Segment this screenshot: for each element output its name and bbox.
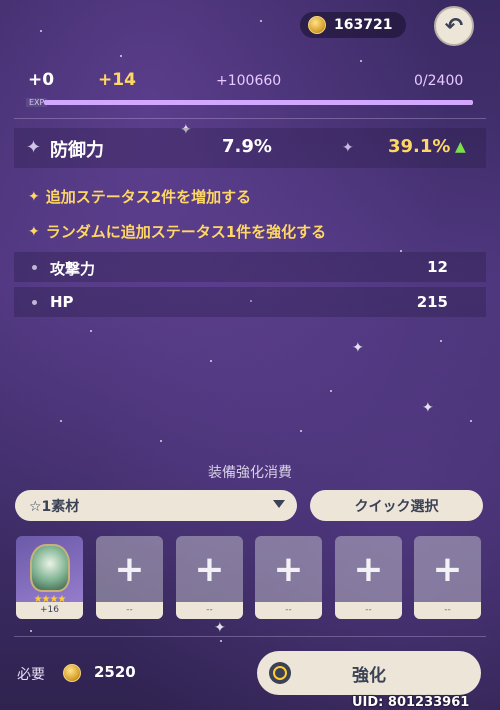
plus-icon: +	[432, 548, 463, 590]
divider	[14, 636, 486, 637]
divider	[14, 118, 486, 119]
main-stat-diamond-icon: ✦	[26, 137, 42, 158]
sub-stat-value: 12	[427, 258, 448, 276]
currency-display: 163721	[300, 12, 406, 38]
material-slot-empty[interactable]: + --	[255, 536, 322, 619]
bonus-line: ✦ ランダムに追加ステータス1件を強化する	[28, 221, 326, 242]
filter-label: ☆1素材	[29, 498, 80, 515]
enhance-button[interactable]: 強化	[257, 651, 481, 695]
mora-coin-icon	[308, 16, 326, 34]
main-stat-name: 防御力	[50, 140, 104, 161]
enhance-label: 強化	[352, 665, 386, 686]
exp-bar-fill	[44, 100, 473, 105]
exp-bar	[44, 100, 473, 105]
sub-stat-name: HP	[50, 293, 74, 311]
artifact-thumbnail-icon	[30, 544, 70, 592]
material-slot-empty[interactable]: + --	[176, 536, 243, 619]
arrow-icon: ✦	[342, 140, 354, 156]
exp-gain: +100660	[216, 73, 282, 89]
material-slot-filled[interactable]: ★★★★ +16	[16, 536, 83, 619]
exp-progress: 0/2400	[414, 73, 464, 89]
required-cost: 2520	[94, 663, 136, 681]
material-section-title: 装備強化消費	[208, 465, 292, 481]
increase-arrow-icon: ▲	[455, 139, 466, 155]
currency-amount: 163721	[334, 17, 393, 33]
main-stat-current: 7.9%	[222, 136, 272, 157]
uid-label: UID: 801233961	[352, 695, 470, 710]
slot-level: --	[414, 602, 481, 619]
mora-coin-icon	[63, 664, 81, 682]
sub-stat-name: 攻撃力	[50, 260, 96, 278]
bonus-text: ランダムに追加ステータス1件を強化する	[45, 223, 327, 241]
caret-down-icon	[273, 500, 285, 508]
plus-icon: +	[114, 548, 145, 590]
material-filter-dropdown[interactable]: ☆1素材	[15, 490, 297, 521]
material-slot-empty[interactable]: + --	[414, 536, 481, 619]
plus-icon: +	[273, 548, 304, 590]
current-level: +0	[28, 70, 55, 90]
sub-stat-value: 215	[416, 293, 448, 311]
slot-level: --	[176, 602, 243, 619]
gold-diamond-icon: ✦	[28, 188, 40, 205]
level-increase: +14	[98, 70, 136, 90]
required-label: 必要	[17, 667, 45, 683]
quick-select-button[interactable]: クイック選択	[310, 490, 483, 521]
slot-level: --	[335, 602, 402, 619]
back-arrow-icon: ↶	[444, 13, 464, 39]
back-button[interactable]: ↶	[434, 6, 474, 46]
slot-level: --	[96, 602, 163, 619]
main-stat-new: 39.1%	[388, 136, 451, 157]
material-slot-empty[interactable]: + --	[335, 536, 402, 619]
plus-icon: +	[353, 548, 384, 590]
confirm-circle-icon	[269, 662, 291, 684]
bonus-line: ✦ 追加ステータス2件を増加する	[28, 186, 251, 207]
plus-icon: +	[194, 548, 225, 590]
bullet-icon	[32, 265, 37, 270]
slot-level: +16	[16, 602, 83, 619]
slot-level: --	[255, 602, 322, 619]
bullet-icon	[32, 300, 37, 305]
material-slot-empty[interactable]: + --	[96, 536, 163, 619]
bonus-text: 追加ステータス2件を増加する	[45, 188, 252, 206]
gold-diamond-icon: ✦	[28, 223, 40, 240]
